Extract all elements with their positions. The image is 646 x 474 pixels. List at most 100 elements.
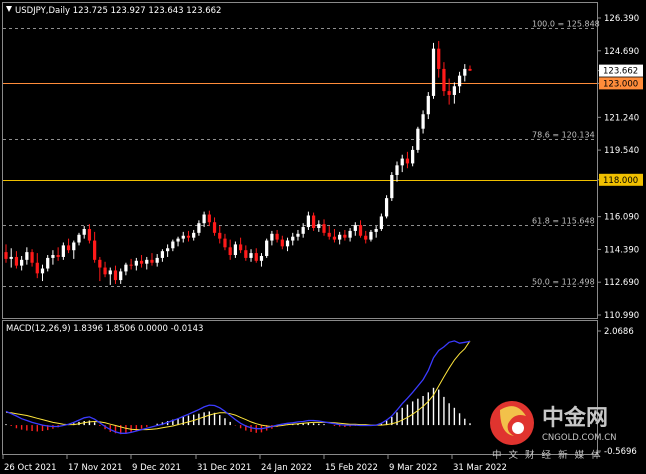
x-axis-tick-label: 24 Jan 2022 bbox=[261, 463, 312, 473]
candle-body bbox=[405, 158, 410, 164]
watermark-domain: CNGOLD.COM.CN bbox=[542, 433, 617, 443]
candle-body bbox=[20, 259, 24, 266]
candle-body bbox=[426, 95, 430, 115]
x-axis-tick-label: 31 Mar 2022 bbox=[453, 463, 507, 473]
candle-body bbox=[353, 225, 357, 231]
candle-body bbox=[384, 198, 389, 217]
candle-body bbox=[46, 257, 50, 269]
fib-level-label: 50.0 = 112.498 bbox=[532, 278, 595, 287]
candle-body bbox=[411, 149, 415, 164]
candle-body bbox=[322, 224, 326, 233]
candle-body bbox=[4, 252, 8, 259]
candle-body bbox=[468, 68, 472, 71]
candle-body bbox=[14, 256, 19, 266]
candle-body bbox=[129, 264, 133, 266]
fib-level-label: 100.0 = 125.848 bbox=[532, 20, 600, 29]
candle-body bbox=[275, 233, 279, 240]
candle-body bbox=[364, 235, 368, 240]
candle-body bbox=[421, 114, 425, 129]
candle-body bbox=[25, 252, 29, 260]
candle-body bbox=[437, 48, 441, 69]
candle-body bbox=[265, 240, 269, 256]
candle-body bbox=[343, 234, 347, 238]
candle-body bbox=[139, 260, 144, 264]
candle-body bbox=[212, 222, 217, 233]
candle bbox=[384, 195, 389, 219]
chart-header: USDJPY,Daily 123.725 123.927 123.643 123… bbox=[6, 6, 221, 16]
candle bbox=[265, 238, 269, 258]
candle-body bbox=[77, 234, 81, 243]
candle-body bbox=[40, 268, 45, 274]
usdjpy-chart: 100.0 = 125.848 78.6 = 120.134 61.8 = 115.… bbox=[0, 0, 646, 474]
x-axis-tick-label: 26 Oct 2021 bbox=[4, 463, 57, 473]
candle-body bbox=[181, 235, 185, 239]
candle bbox=[416, 126, 420, 153]
candle-body bbox=[223, 238, 227, 248]
candle-body bbox=[61, 245, 65, 257]
candle-body bbox=[108, 270, 112, 275]
candle-body bbox=[249, 253, 253, 258]
y-axis-tick-label: 126.390 bbox=[604, 14, 639, 24]
candle-body bbox=[186, 235, 191, 238]
candle-body bbox=[457, 75, 462, 87]
candle-body bbox=[311, 215, 316, 229]
candle-body bbox=[207, 214, 211, 223]
candle-body bbox=[369, 231, 373, 240]
price-tag-label: 118.000 bbox=[603, 176, 638, 186]
candle-body bbox=[296, 233, 300, 237]
candle-body bbox=[103, 267, 107, 275]
candle-body bbox=[228, 247, 232, 256]
candle-body bbox=[463, 68, 467, 76]
candle-body bbox=[93, 240, 97, 260]
candle bbox=[390, 172, 394, 202]
candle-body bbox=[202, 214, 206, 224]
candle-body bbox=[160, 251, 165, 258]
candle-body bbox=[171, 241, 175, 249]
candle-body bbox=[452, 86, 456, 95]
y-axis-tick-label: 114.390 bbox=[604, 245, 639, 255]
candle-body bbox=[431, 48, 436, 96]
candle-body bbox=[348, 230, 352, 238]
candle-body bbox=[447, 91, 451, 95]
y-axis-tick-label: 121.240 bbox=[604, 113, 639, 123]
candle-body bbox=[270, 233, 274, 241]
candle-body bbox=[98, 259, 102, 268]
candle-body bbox=[327, 232, 331, 237]
candle-body bbox=[56, 255, 60, 257]
candle-body bbox=[379, 216, 383, 229]
candle-body bbox=[66, 245, 71, 251]
candle-body bbox=[306, 215, 310, 228]
candle-body bbox=[317, 224, 321, 229]
candle-body bbox=[9, 256, 13, 259]
candle-body bbox=[166, 248, 170, 252]
candle-body bbox=[87, 228, 92, 241]
candle-body bbox=[416, 128, 420, 150]
candle-body bbox=[254, 253, 258, 261]
x-axis-tick-label: 15 Feb 2022 bbox=[325, 463, 378, 473]
candle-body bbox=[30, 252, 34, 263]
x-axis-tick-label: 17 Nov 2021 bbox=[68, 463, 122, 473]
candle-body bbox=[338, 234, 342, 240]
price-tag-label: 123.662 bbox=[603, 67, 638, 77]
candle-body bbox=[280, 239, 284, 247]
candle-body bbox=[400, 158, 404, 166]
macd-header-text: MACD(12,26,9) 1.8396 1.8506 0.0000 -0.01… bbox=[6, 324, 203, 334]
candle-body bbox=[124, 264, 128, 272]
candle-body bbox=[145, 259, 149, 264]
candle-body bbox=[218, 232, 222, 239]
watermark-subtitle: 中 文 财 经 新 媒 体 bbox=[492, 449, 603, 461]
y-axis-tick-label: 116.090 bbox=[604, 213, 639, 223]
candle-body bbox=[119, 271, 123, 281]
candle-body bbox=[150, 259, 154, 263]
candle-body bbox=[358, 225, 363, 236]
candle-body bbox=[197, 223, 201, 233]
candle-body bbox=[35, 262, 39, 274]
fib-level-label: 78.6 = 120.134 bbox=[532, 131, 595, 140]
candle-body bbox=[395, 165, 399, 175]
candle-body bbox=[72, 242, 76, 251]
y-axis-tick-label: 119.540 bbox=[604, 146, 639, 156]
main-header-text: USDJPY,Daily 123.725 123.927 123.643 123… bbox=[15, 6, 221, 16]
watermark-logo-text: 中金网 bbox=[542, 405, 608, 431]
candle-body bbox=[192, 232, 196, 238]
candle-body bbox=[113, 270, 118, 281]
